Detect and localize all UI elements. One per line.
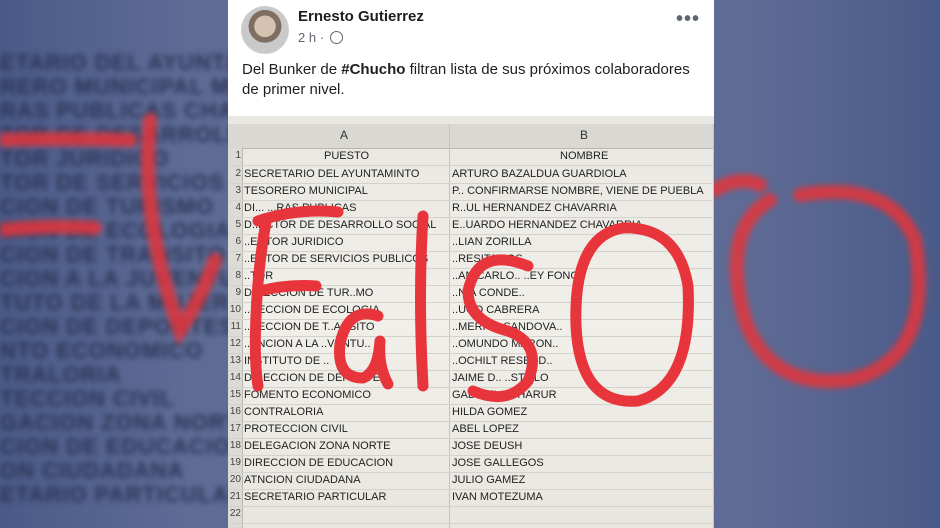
author-name[interactable]: Ernesto Gutierrez (298, 8, 424, 25)
post-text-before: Del Bunker de (242, 61, 342, 78)
facebook-post-card: Ernesto Gutierrez 2 h · ••• Del Bunker d… (228, 0, 714, 528)
hashtag-link[interactable]: #Chucho (341, 61, 405, 78)
post-meta: 2 h · (298, 30, 343, 45)
post-timestamp[interactable]: 2 h (298, 30, 316, 45)
more-options-icon[interactable]: ••• (676, 8, 700, 31)
falso-stamp (249, 205, 694, 407)
meta-separator: · (319, 30, 325, 45)
post-text: Del Bunker de #Chucho filtran lista de s… (242, 60, 692, 100)
globe-icon[interactable] (329, 31, 343, 44)
post-photo[interactable]: A B 1 PUESTO NOMBRE 2 SECRETARIO DEL AYUN… (228, 116, 714, 528)
author-avatar[interactable] (241, 6, 289, 54)
post-header: Ernesto Gutierrez 2 h · ••• (228, 0, 714, 58)
